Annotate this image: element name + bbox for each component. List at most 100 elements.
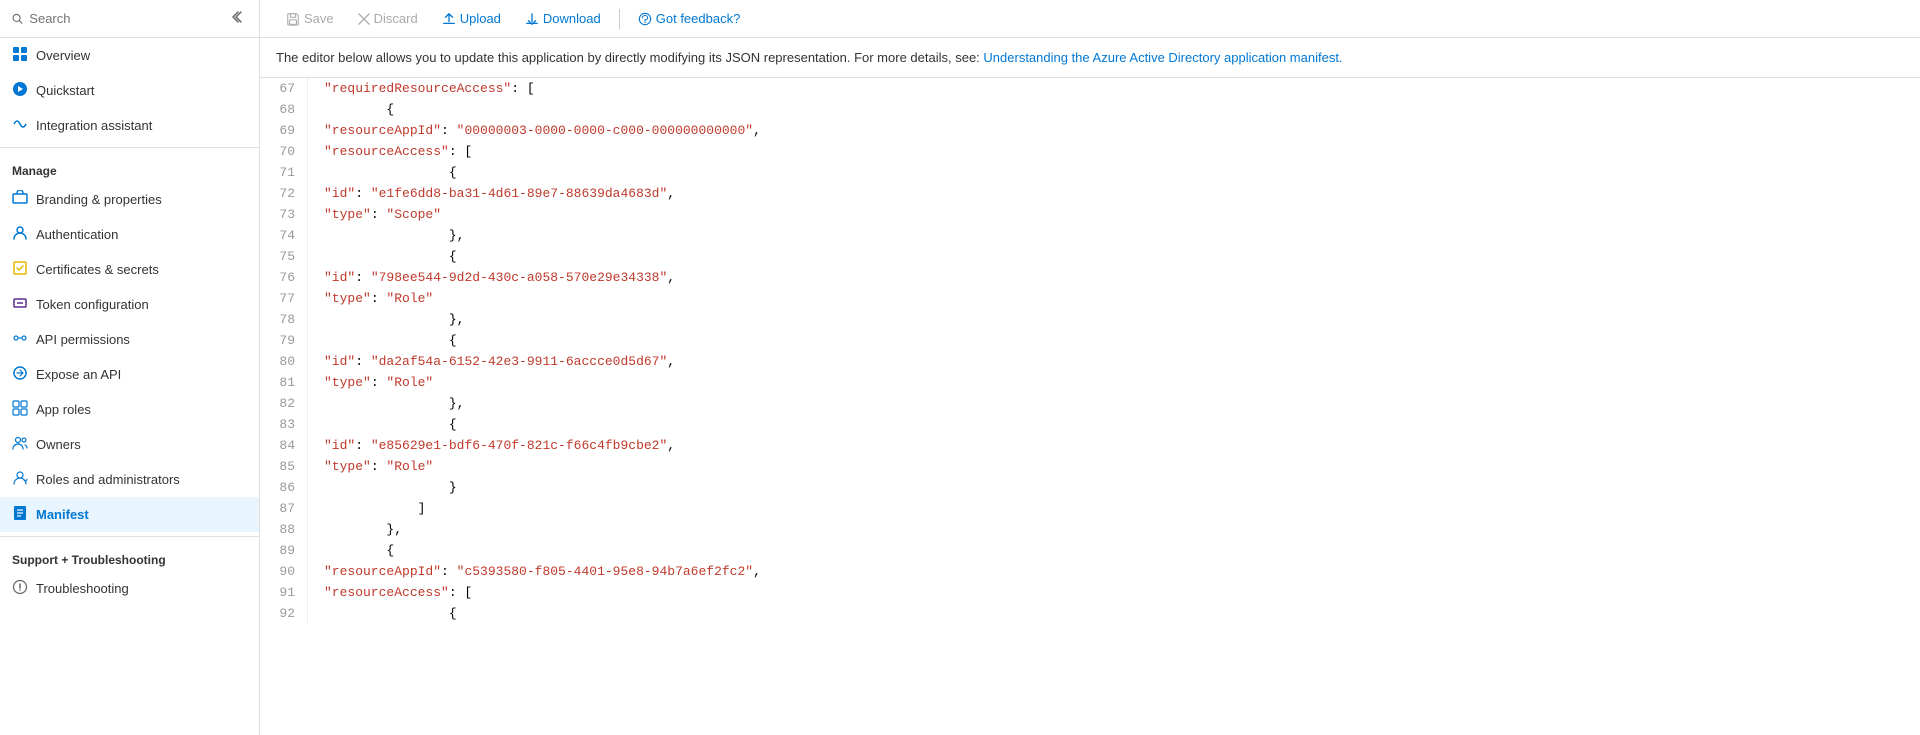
authentication-icon [12,225,28,244]
save-button[interactable]: Save [276,6,344,31]
manage-section-label: Manage [0,152,259,182]
owners-icon [12,435,28,454]
line-number: 75 [272,246,295,267]
discard-button[interactable]: Discard [348,6,428,31]
manifest-icon [12,505,28,524]
code-line: "id": "da2af54a-6152-42e3-9911-6accce0d5… [324,351,1904,372]
sidebar-item-owners[interactable]: Owners [0,427,259,462]
code-line: }, [324,519,1904,540]
info-bar-text: The editor below allows you to update th… [276,50,983,65]
line-number: 78 [272,309,295,330]
line-number: 90 [272,561,295,582]
sidebar-label-certificates: Certificates & secrets [36,262,159,277]
code-line: "id": "798ee544-9d2d-430c-a058-570e29e34… [324,267,1904,288]
code-line: { [324,246,1904,267]
sidebar-label-roles-administrators: Roles and administrators [36,472,180,487]
sidebar-item-app-roles[interactable]: App roles [0,392,259,427]
code-line: { [324,162,1904,183]
toolbar: Save Discard Upload Download Got feedbac… [260,0,1920,38]
sidebar-label-branding: Branding & properties [36,192,162,207]
code-line: { [324,540,1904,561]
code-line: "resourceAccess": [ [324,582,1904,603]
support-section-label: Support + Troubleshooting [0,541,259,571]
sidebar-item-troubleshooting[interactable]: Troubleshooting [0,571,259,606]
line-number: 70 [272,141,295,162]
overview-icon [12,46,28,65]
manifest-link[interactable]: Understanding the Azure Active Directory… [983,50,1342,65]
line-number: 88 [272,519,295,540]
sidebar-label-integration: Integration assistant [36,118,152,133]
code-line: ] [324,498,1904,519]
line-number: 71 [272,162,295,183]
code-line: } [324,477,1904,498]
code-line: }, [324,225,1904,246]
sidebar-label-manifest: Manifest [36,507,89,522]
search-input[interactable] [29,11,219,26]
line-number: 73 [272,204,295,225]
approles-icon [12,400,28,419]
save-label: Save [304,11,334,26]
download-button[interactable]: Download [515,6,611,31]
sidebar-item-manifest[interactable]: Manifest [0,497,259,532]
line-number: 87 [272,498,295,519]
line-number: 77 [272,288,295,309]
line-number: 83 [272,414,295,435]
quickstart-icon [12,81,28,100]
toolbar-divider [619,9,620,29]
line-number: 80 [272,351,295,372]
upload-button[interactable]: Upload [432,6,511,31]
sidebar-label-quickstart: Quickstart [36,83,95,98]
code-line: { [324,414,1904,435]
code-content[interactable]: "requiredResourceAccess": [ { "resourceA… [308,78,1920,624]
download-label: Download [543,11,601,26]
sidebar-item-roles-administrators[interactable]: Roles and administrators [0,462,259,497]
code-line: { [324,330,1904,351]
line-number: 68 [272,99,295,120]
sidebar: Overview Quickstart Integration assistan… [0,0,260,735]
integration-icon [12,116,28,135]
branding-icon [12,190,28,209]
code-line: "type": "Scope" [324,204,1904,225]
code-line: { [324,603,1904,624]
sidebar-item-certificates[interactable]: Certificates & secrets [0,252,259,287]
sidebar-item-authentication[interactable]: Authentication [0,217,259,252]
upload-icon [442,12,456,26]
code-line: }, [324,393,1904,414]
sidebar-item-api-permissions[interactable]: API permissions [0,322,259,357]
code-line: "type": "Role" [324,288,1904,309]
sidebar-item-expose-api[interactable]: Expose an API [0,357,259,392]
feedback-label: Got feedback? [656,11,741,26]
save-icon [286,12,300,26]
line-number: 72 [272,183,295,204]
info-bar: The editor below allows you to update th… [260,38,1920,78]
code-line: { [324,99,1904,120]
token-icon [12,295,28,314]
search-icon [12,12,23,26]
sidebar-label-api-permissions: API permissions [36,332,130,347]
code-editor: 6768697071727374757677787980818283848586… [260,78,1920,624]
line-number: 74 [272,225,295,246]
sidebar-item-branding[interactable]: Branding & properties [0,182,259,217]
sidebar-item-quickstart[interactable]: Quickstart [0,73,259,108]
line-number: 85 [272,456,295,477]
line-number: 69 [272,120,295,141]
code-line: "type": "Role" [324,456,1904,477]
sidebar-label-owners: Owners [36,437,81,452]
sidebar-item-overview[interactable]: Overview [0,38,259,73]
nav-divider-manage [0,147,259,148]
collapse-sidebar-button[interactable] [225,8,247,29]
certificates-icon [12,260,28,279]
api-icon [12,330,28,349]
upload-label: Upload [460,11,501,26]
sidebar-label-authentication: Authentication [36,227,118,242]
main-content: Save Discard Upload Download Got feedbac… [260,0,1920,735]
line-number: 82 [272,393,295,414]
feedback-button[interactable]: Got feedback? [628,6,751,31]
code-line: "type": "Role" [324,372,1904,393]
line-number: 86 [272,477,295,498]
sidebar-item-integration-assistant[interactable]: Integration assistant [0,108,259,143]
sidebar-item-token-configuration[interactable]: Token configuration [0,287,259,322]
editor-container[interactable]: 6768697071727374757677787980818283848586… [260,78,1920,735]
code-line: "id": "e85629e1-bdf6-470f-821c-f66c4fb9c… [324,435,1904,456]
code-line: "requiredResourceAccess": [ [324,78,1904,99]
